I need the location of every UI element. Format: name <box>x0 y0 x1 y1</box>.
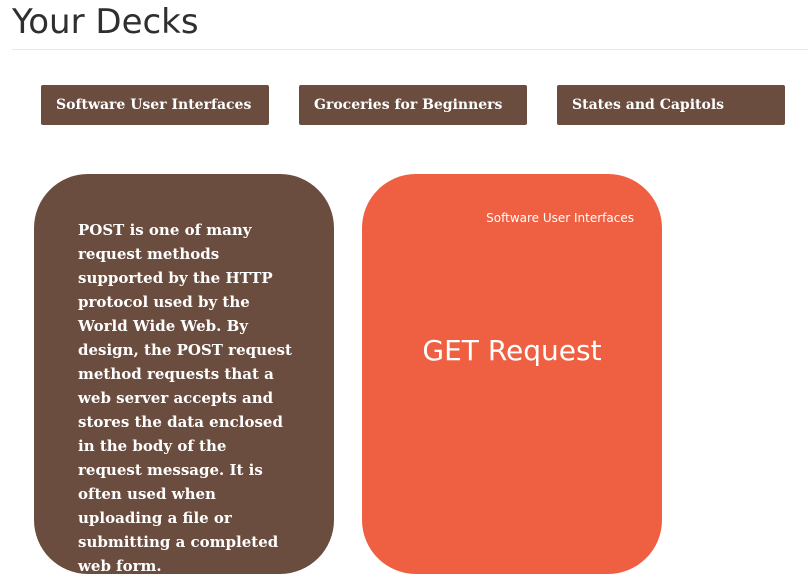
flashcard-definition: POST is one of many request methods supp… <box>78 221 292 575</box>
decks-page: Your Decks Software User Interfaces Groc… <box>0 0 808 587</box>
flashcard-front[interactable]: Software User Interfaces GET Request <box>362 174 662 574</box>
title-divider <box>12 49 808 50</box>
deck-button-software-user-interfaces[interactable]: Software User Interfaces <box>41 85 269 125</box>
deck-button-states-and-capitols[interactable]: States and Capitols <box>557 85 785 125</box>
flashcard-term: GET Request <box>422 334 602 367</box>
flashcard-deck-label: Software User Interfaces <box>486 211 634 225</box>
deck-button-label: States and Capitols <box>572 97 725 113</box>
deck-button-label: Groceries for Beginners <box>314 97 503 113</box>
deck-button-groceries-for-beginners[interactable]: Groceries for Beginners <box>299 85 527 125</box>
deck-button-label: Software User Interfaces <box>56 97 252 113</box>
page-title: Your Decks <box>12 2 199 42</box>
flashcard-back[interactable]: POST is one of many request methods supp… <box>34 174 334 575</box>
